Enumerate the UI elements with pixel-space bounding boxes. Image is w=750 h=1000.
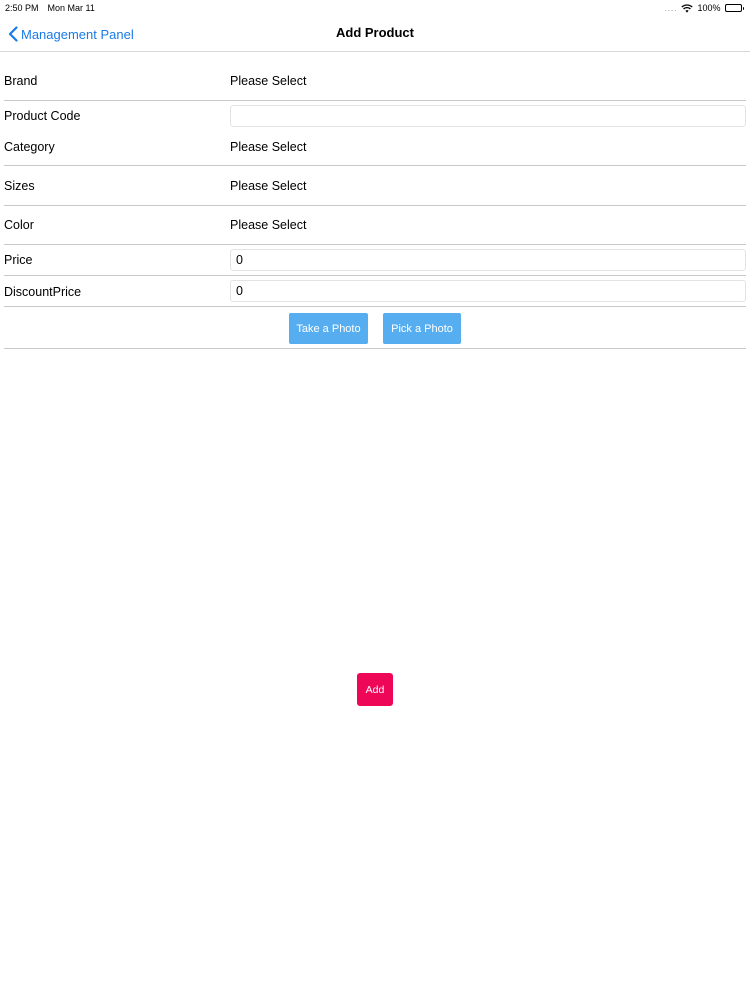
status-right: .... 100%: [665, 3, 744, 13]
take-photo-button[interactable]: Take a Photo: [289, 313, 368, 344]
pick-photo-button[interactable]: Pick a Photo: [383, 313, 461, 344]
battery-percent: 100%: [697, 3, 721, 13]
divider: [4, 165, 746, 166]
price-label: Price: [4, 253, 33, 267]
color-select[interactable]: Please Select: [230, 218, 306, 232]
brand-select[interactable]: Please Select: [230, 74, 306, 88]
navigation-bar: Management Panel Add Product: [0, 16, 750, 52]
divider: [4, 244, 746, 245]
product-code-label: Product Code: [4, 109, 81, 123]
status-date: Mon Mar 11: [47, 3, 95, 13]
color-row[interactable]: Color Please Select: [4, 218, 746, 234]
brand-row[interactable]: Brand Please Select: [4, 74, 746, 90]
category-label: Category: [4, 140, 55, 154]
divider: [4, 100, 746, 101]
add-button[interactable]: Add: [357, 673, 393, 706]
divider: [4, 348, 746, 349]
add-product-screen: 2:50 PM Mon Mar 11 .... 100% Management …: [0, 0, 750, 1000]
status-bar: 2:50 PM Mon Mar 11 .... 100%: [0, 0, 750, 16]
page-title: Add Product: [336, 25, 414, 40]
sizes-select[interactable]: Please Select: [230, 179, 306, 193]
divider: [4, 275, 746, 276]
price-input[interactable]: [230, 249, 746, 271]
category-row[interactable]: Category Please Select: [4, 140, 746, 156]
discount-price-label: DiscountPrice: [4, 285, 82, 299]
status-time: 2:50 PM: [5, 3, 39, 13]
discount-price-input[interactable]: [230, 280, 746, 302]
product-code-input[interactable]: [230, 105, 746, 127]
signal-indicator: ....: [664, 3, 678, 13]
discount-price-row: DiscountPrice: [4, 280, 746, 302]
battery-icon: [724, 4, 744, 12]
sizes-row[interactable]: Sizes Please Select: [4, 179, 746, 195]
color-label: Color: [4, 218, 34, 232]
category-select[interactable]: Please Select: [230, 140, 306, 154]
product-code-row: Product Code: [4, 105, 746, 127]
brand-label: Brand: [4, 74, 38, 88]
sizes-label: Sizes: [4, 179, 35, 193]
price-row: Price: [4, 249, 746, 271]
divider: [4, 306, 746, 307]
wifi-icon: [681, 3, 694, 13]
divider: [4, 205, 746, 206]
